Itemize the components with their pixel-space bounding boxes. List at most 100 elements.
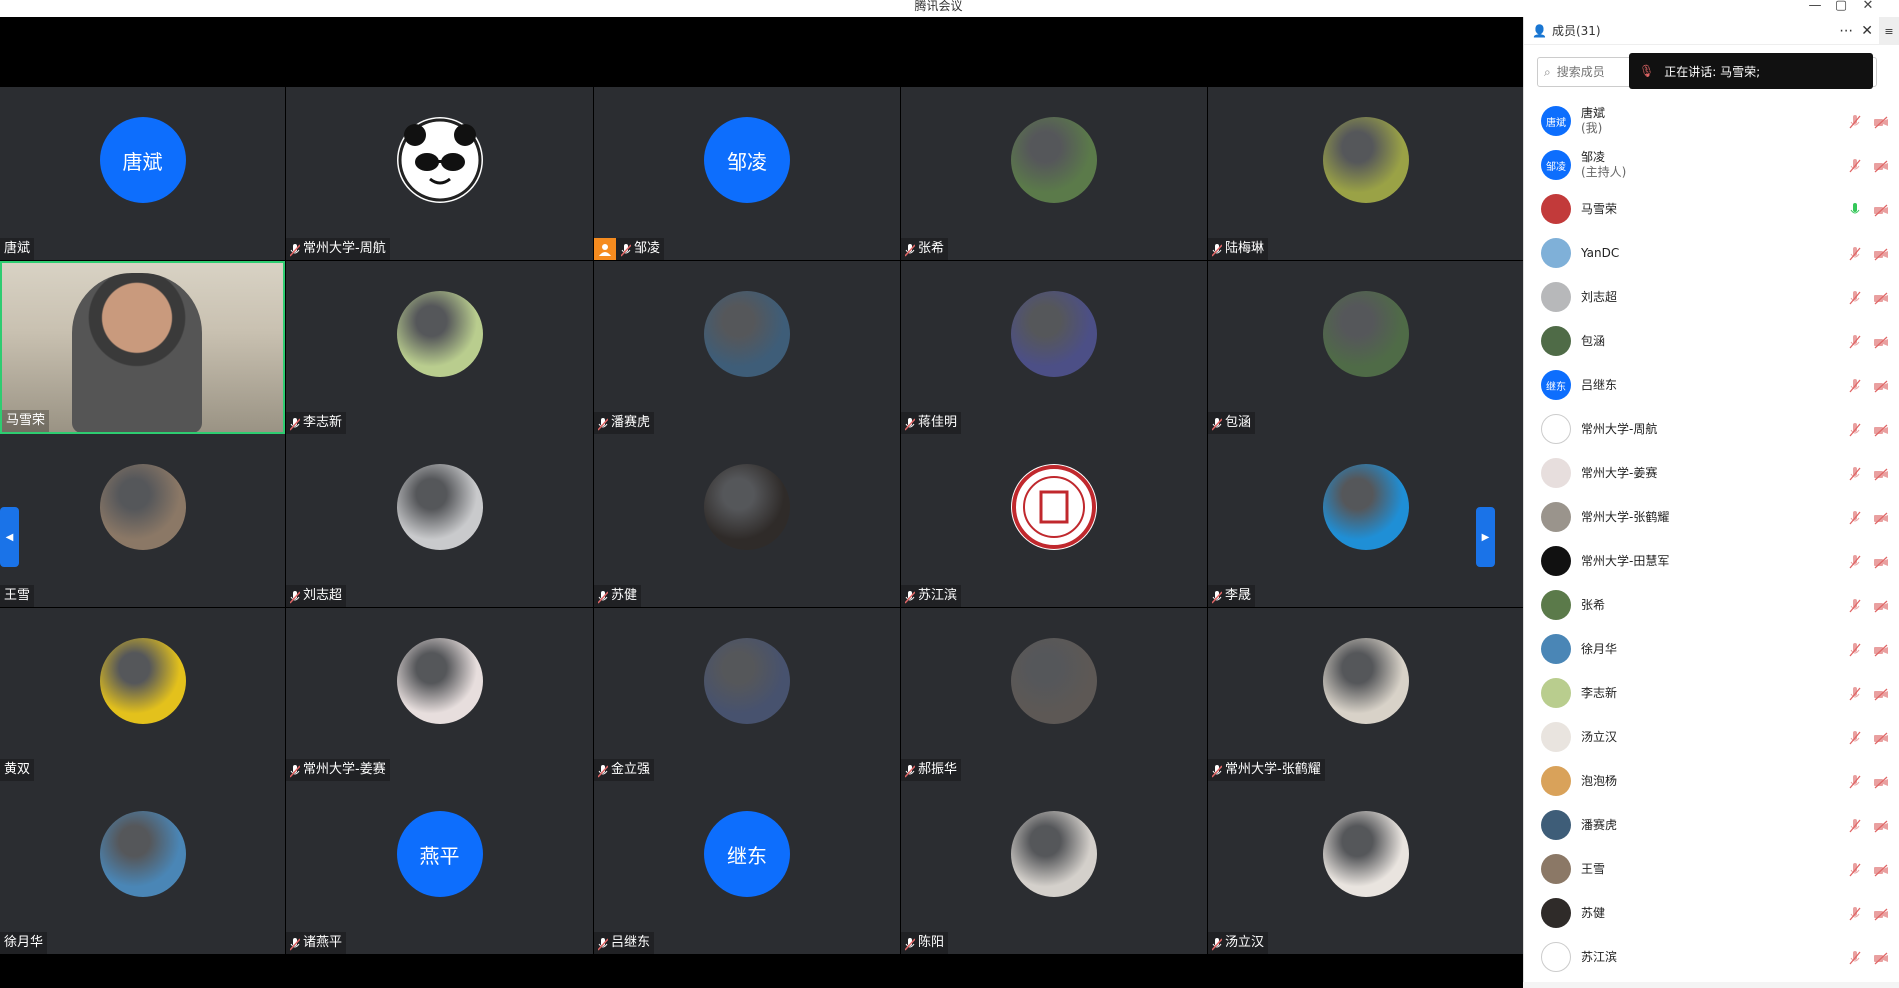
mic-muted-icon[interactable]	[1848, 510, 1862, 525]
member-row[interactable]: YanDC	[1524, 231, 1899, 275]
close-window-button[interactable]: ✕	[1858, 0, 1878, 13]
camera-off-icon[interactable]	[1874, 378, 1888, 393]
close-panel-icon[interactable]: ✕	[1861, 23, 1873, 39]
participant-tile[interactable]: 陈阳	[901, 781, 1207, 954]
member-row[interactable]: 唐斌 唐斌 (我)	[1524, 99, 1899, 143]
camera-off-icon[interactable]	[1874, 246, 1888, 261]
participant-tile[interactable]: 继东 吕继东	[594, 781, 900, 954]
member-row[interactable]: 马雪荣	[1524, 187, 1899, 231]
mic-muted-icon[interactable]	[1848, 862, 1862, 877]
mic-muted-icon[interactable]	[1848, 466, 1862, 481]
mic-muted-icon[interactable]	[1848, 246, 1862, 261]
member-row[interactable]: 潘赛虎	[1524, 803, 1899, 847]
participant-tile[interactable]: 苏江滨	[901, 434, 1207, 607]
participant-tile[interactable]: 王雪	[0, 434, 285, 607]
previous-page-button[interactable]: ◀	[0, 507, 19, 567]
member-name: 马雪荣	[1581, 201, 1618, 216]
participant-tile[interactable]: 马雪荣	[0, 261, 285, 434]
mic-muted-icon[interactable]	[1848, 598, 1862, 613]
mic-muted-icon[interactable]	[1848, 906, 1862, 921]
mic-muted-icon[interactable]	[1848, 158, 1862, 173]
member-row[interactable]: 李志新	[1524, 671, 1899, 715]
camera-off-icon[interactable]	[1874, 598, 1888, 613]
mic-muted-icon[interactable]	[1848, 114, 1862, 129]
mic-muted-icon[interactable]	[1848, 290, 1862, 305]
participant-tile[interactable]: 郝振华	[901, 608, 1207, 781]
member-row[interactable]: 常州大学-田慧军	[1524, 539, 1899, 583]
participant-name-tag: 陈阳	[901, 932, 949, 954]
mic-active-icon[interactable]	[1848, 202, 1862, 216]
participant-tile[interactable]: 常州大学-周航	[286, 87, 593, 260]
member-row[interactable]: 王雪	[1524, 847, 1899, 891]
camera-off-icon[interactable]	[1874, 554, 1888, 569]
member-row[interactable]: 刘志超	[1524, 275, 1899, 319]
member-row[interactable]: 常州大学-张鹤耀	[1524, 495, 1899, 539]
member-row[interactable]: 泡泡杨	[1524, 759, 1899, 803]
camera-off-icon[interactable]	[1874, 950, 1888, 965]
participant-tile[interactable]: 蒋佳明	[901, 261, 1207, 434]
search-input[interactable]	[1556, 65, 1627, 79]
camera-off-icon[interactable]	[1874, 730, 1888, 745]
camera-off-icon[interactable]	[1874, 334, 1888, 349]
mic-muted-icon[interactable]	[1848, 774, 1862, 789]
participant-tile[interactable]: 刘志超	[286, 434, 593, 607]
participant-name: 李晟	[1225, 588, 1252, 603]
participant-tile[interactable]: 陆梅琳	[1208, 87, 1523, 260]
camera-off-icon[interactable]	[1874, 114, 1888, 129]
member-row[interactable]: 徐月华	[1524, 627, 1899, 671]
participant-tile[interactable]: 李志新	[286, 261, 593, 434]
participant-tile[interactable]: 张希	[901, 87, 1207, 260]
member-row[interactable]: 包涵	[1524, 319, 1899, 363]
next-page-button[interactable]: ▶	[1476, 507, 1495, 567]
mic-muted-icon[interactable]	[1848, 554, 1862, 569]
mic-muted-icon[interactable]	[1848, 730, 1862, 745]
mic-muted-icon[interactable]	[1848, 950, 1862, 965]
participant-tile[interactable]: 汤立汉	[1208, 781, 1523, 954]
participant-tile[interactable]: 邹凌 邹凌	[594, 87, 900, 260]
camera-off-icon[interactable]	[1874, 906, 1888, 921]
mic-muted-icon[interactable]	[1848, 686, 1862, 701]
camera-off-icon[interactable]	[1874, 202, 1888, 217]
more-options-icon[interactable]: ⋯	[1839, 23, 1853, 39]
member-row[interactable]: 苏健	[1524, 891, 1899, 935]
horizontal-scrollbar[interactable]	[1523, 982, 1899, 988]
participant-tile[interactable]: 常州大学-张鹤耀	[1208, 608, 1523, 781]
member-row[interactable]: 汤立汉	[1524, 715, 1899, 759]
minimize-button[interactable]: —	[1805, 0, 1825, 13]
participant-tile[interactable]: 金立强	[594, 608, 900, 781]
mic-muted-icon[interactable]	[1848, 334, 1862, 349]
camera-off-icon[interactable]	[1874, 510, 1888, 525]
participant-tile[interactable]: 唐斌 唐斌	[0, 87, 285, 260]
member-row[interactable]: 张希	[1524, 583, 1899, 627]
maximize-button[interactable]: ▢	[1831, 0, 1851, 13]
member-row[interactable]: 常州大学-周航	[1524, 407, 1899, 451]
participant-tile[interactable]: 包涵	[1208, 261, 1523, 434]
camera-off-icon[interactable]	[1874, 642, 1888, 657]
member-row[interactable]: 继东 吕继东	[1524, 363, 1899, 407]
camera-off-icon[interactable]	[1874, 422, 1888, 437]
camera-off-icon[interactable]	[1874, 158, 1888, 173]
participant-name-tag: 蒋佳明	[901, 412, 962, 434]
participant-tile[interactable]: 黄双	[0, 608, 285, 781]
member-row[interactable]: 常州大学-姜赛	[1524, 451, 1899, 495]
mic-muted-icon	[289, 417, 301, 431]
participant-tile[interactable]: 燕平 诸燕平	[286, 781, 593, 954]
participant-tile[interactable]: 常州大学-姜赛	[286, 608, 593, 781]
camera-off-icon[interactable]	[1874, 818, 1888, 833]
participant-tile[interactable]: 苏健	[594, 434, 900, 607]
mic-muted-icon	[289, 764, 301, 778]
mic-muted-icon[interactable]	[1848, 422, 1862, 437]
mic-muted-icon[interactable]	[1848, 378, 1862, 393]
mic-muted-icon[interactable]	[1848, 818, 1862, 833]
camera-off-icon[interactable]	[1874, 686, 1888, 701]
camera-off-icon[interactable]	[1874, 862, 1888, 877]
camera-off-icon[interactable]	[1874, 774, 1888, 789]
camera-off-icon[interactable]	[1874, 466, 1888, 481]
member-row[interactable]: 苏江滨	[1524, 935, 1899, 979]
member-row[interactable]: 邹凌 邹凌 (主持人)	[1524, 143, 1899, 187]
participant-tile[interactable]: 徐月华	[0, 781, 285, 954]
participant-tile[interactable]: 潘赛虎	[594, 261, 900, 434]
panel-toggle-button[interactable]: ≡	[1879, 17, 1899, 45]
mic-muted-icon[interactable]	[1848, 642, 1862, 657]
camera-off-icon[interactable]	[1874, 290, 1888, 305]
